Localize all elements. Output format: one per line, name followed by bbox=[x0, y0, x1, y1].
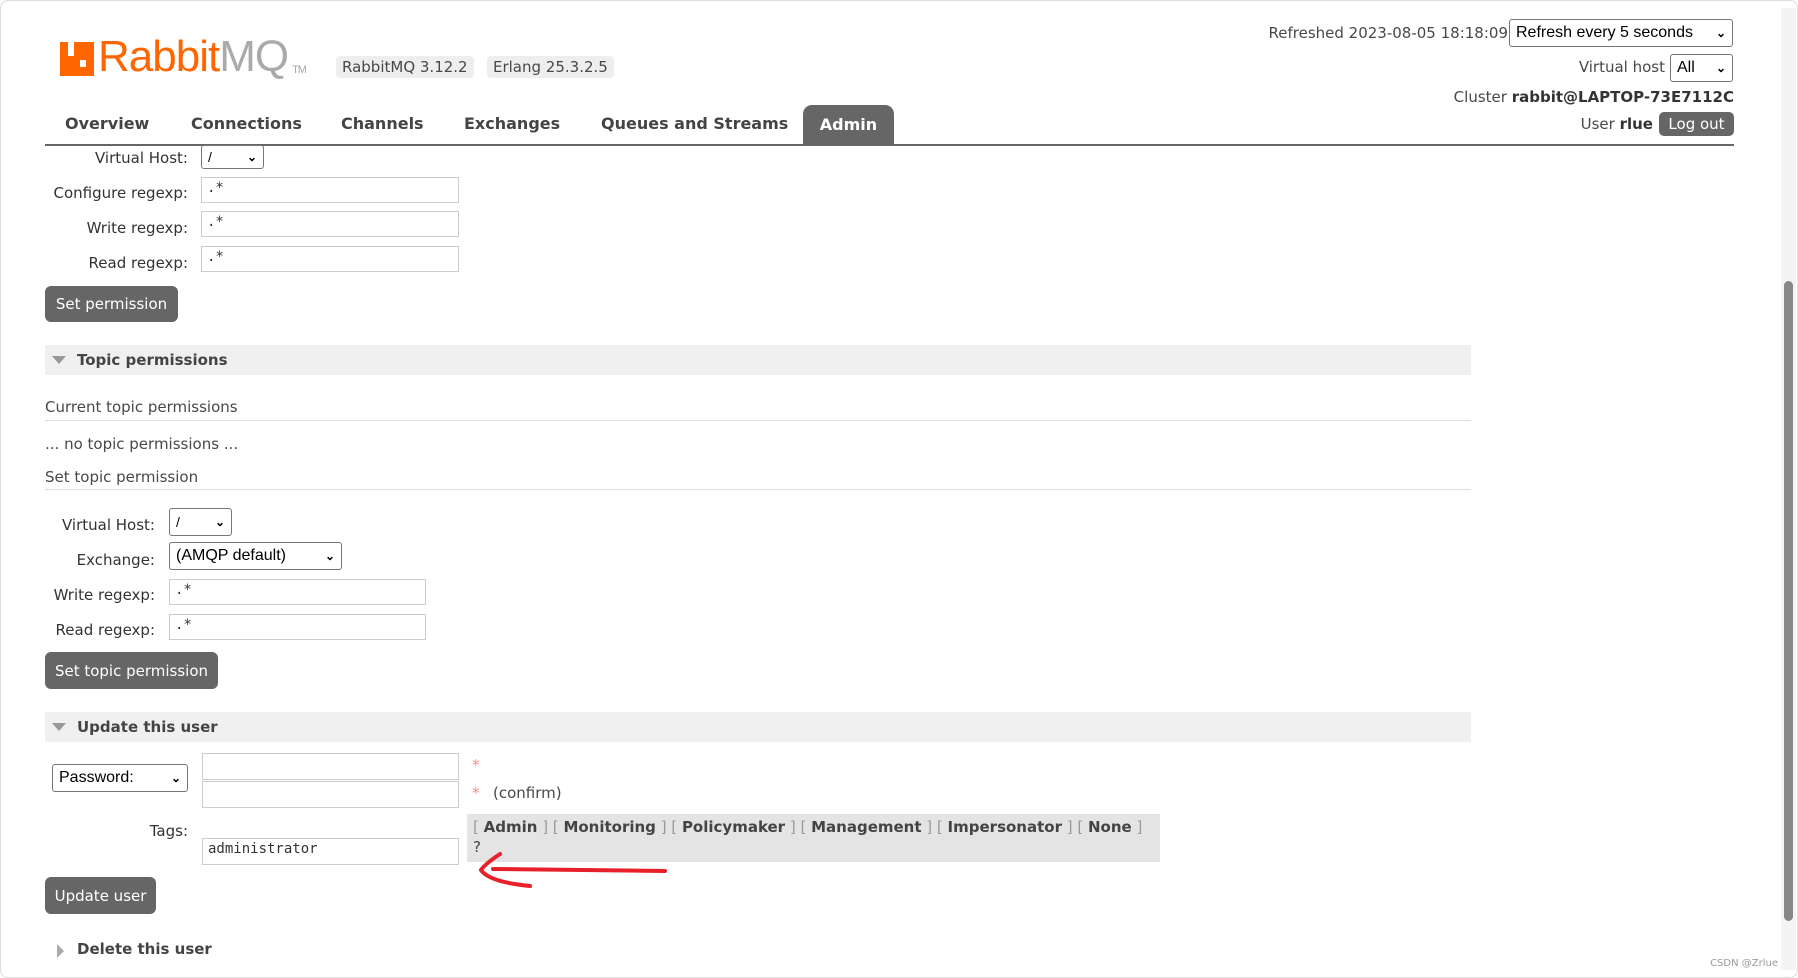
exchange-select[interactable]: (AMQP default) ⌄ bbox=[169, 542, 342, 570]
logo-text-mq: MQ bbox=[219, 32, 289, 81]
password-type-select[interactable]: Password: ⌄ bbox=[52, 764, 188, 792]
tab-queues-and-streams[interactable]: Queues and Streams bbox=[601, 114, 788, 133]
password-confirm-input[interactable] bbox=[202, 781, 459, 808]
cluster-label: Cluster bbox=[1453, 88, 1507, 106]
scrollbar-thumb[interactable] bbox=[1784, 281, 1793, 921]
user-name: rlue bbox=[1619, 115, 1653, 133]
refreshed-time: Refreshed 2023-08-05 18:18:09 bbox=[1268, 24, 1508, 42]
chevron-down-icon: ⌄ bbox=[324, 549, 335, 563]
write-regexp-label: Write regexp: bbox=[86, 219, 188, 237]
triangle-down-icon bbox=[52, 356, 66, 364]
set-topic-permission-button[interactable]: Set topic permission bbox=[45, 652, 218, 689]
logo-tm: TM bbox=[292, 64, 307, 76]
chevron-down-icon: ⌄ bbox=[1715, 61, 1726, 75]
topic-write-regexp-input[interactable]: .* bbox=[169, 579, 426, 605]
topic-read-regexp-label: Read regexp: bbox=[55, 621, 155, 639]
read-regexp-input[interactable]: .* bbox=[201, 246, 459, 272]
configure-regexp-label: Configure regexp: bbox=[53, 184, 188, 202]
password-input[interactable] bbox=[202, 753, 459, 780]
section-title: Update this user bbox=[77, 718, 218, 736]
nav-divider bbox=[45, 144, 1734, 146]
triangle-down-icon bbox=[52, 723, 66, 731]
erlang-version: Erlang 25.3.2.5 bbox=[487, 56, 614, 78]
current-topic-permissions-heading: Current topic permissions bbox=[45, 398, 238, 416]
read-regexp-label: Read regexp: bbox=[88, 254, 188, 272]
tag-option-none[interactable]: None bbox=[1088, 818, 1132, 836]
section-title: Delete this user bbox=[77, 940, 212, 958]
rabbitmq-version: RabbitMQ 3.12.2 bbox=[336, 56, 474, 78]
cluster-name: rabbit@LAPTOP-73E7112C bbox=[1511, 88, 1734, 106]
vhost-select-value: All bbox=[1677, 59, 1695, 76]
confirm-label: (confirm) bbox=[493, 784, 562, 802]
set-topic-permission-heading: Set topic permission bbox=[45, 468, 199, 486]
select-value: Password: bbox=[59, 769, 134, 786]
topic-permissions-section[interactable]: Topic permissions bbox=[45, 345, 1471, 375]
section-title: Topic permissions bbox=[77, 351, 228, 369]
scrollbar[interactable] bbox=[1781, 8, 1796, 970]
chevron-down-icon: ⌄ bbox=[1715, 26, 1726, 40]
topic-vhost-label: Virtual Host: bbox=[62, 516, 155, 534]
divider bbox=[45, 420, 1471, 421]
logout-button[interactable]: Log out bbox=[1659, 112, 1734, 136]
topic-vhost-select[interactable]: / ⌄ bbox=[169, 508, 232, 536]
divider bbox=[45, 489, 1471, 490]
tags-input[interactable]: administrator bbox=[202, 838, 459, 865]
vhost-label: Virtual Host: bbox=[95, 149, 188, 167]
tab-overview[interactable]: Overview bbox=[65, 114, 149, 133]
tag-option-monitoring[interactable]: Monitoring bbox=[563, 818, 655, 836]
select-value: / bbox=[176, 514, 180, 530]
logo-text: Rabbit bbox=[98, 32, 220, 81]
chevron-down-icon: ⌄ bbox=[170, 771, 181, 785]
red-arrow-annotation bbox=[478, 852, 667, 888]
topic-read-regexp-input[interactable]: .* bbox=[169, 614, 426, 640]
select-value: / bbox=[208, 149, 212, 165]
tab-exchanges[interactable]: Exchanges bbox=[464, 114, 560, 133]
vhost-select[interactable]: All ⌄ bbox=[1670, 54, 1733, 82]
tags-label: Tags: bbox=[149, 822, 188, 840]
no-topic-permissions: ... no topic permissions ... bbox=[45, 435, 239, 453]
update-user-section[interactable]: Update this user bbox=[45, 712, 1471, 742]
user-label: User bbox=[1580, 115, 1615, 133]
set-permission-button[interactable]: Set permission bbox=[45, 286, 178, 322]
arrow-icon bbox=[478, 852, 667, 888]
vhost-label: Virtual host bbox=[1578, 58, 1665, 76]
user-info: User rlue bbox=[1581, 115, 1653, 133]
tab-channels[interactable]: Channels bbox=[341, 114, 424, 133]
required-asterisk: * bbox=[472, 784, 480, 802]
select-value: (AMQP default) bbox=[176, 547, 286, 564]
tab-connections[interactable]: Connections bbox=[191, 114, 302, 133]
tag-option-management[interactable]: Management bbox=[811, 818, 921, 836]
cluster-info: Cluster rabbit@LAPTOP-73E7112C bbox=[1454, 88, 1734, 106]
rabbitmq-logo[interactable]: Rabbit MQ TM bbox=[60, 32, 307, 82]
tag-option-admin[interactable]: Admin bbox=[484, 818, 538, 836]
update-user-button[interactable]: Update user bbox=[45, 877, 156, 914]
delete-user-section[interactable]: Delete this user bbox=[45, 940, 212, 958]
write-regexp-input[interactable]: .* bbox=[201, 211, 459, 237]
triangle-right-icon bbox=[57, 944, 64, 958]
topic-write-regexp-label: Write regexp: bbox=[53, 586, 155, 604]
exchange-label: Exchange: bbox=[76, 551, 155, 569]
permission-vhost-select[interactable]: / ⌄ bbox=[201, 145, 264, 169]
refresh-interval-select[interactable]: Refresh every 5 seconds ⌄ bbox=[1509, 19, 1733, 47]
chevron-down-icon: ⌄ bbox=[214, 515, 225, 529]
tag-option-impersonator[interactable]: Impersonator bbox=[948, 818, 1062, 836]
watermark: CSDN @Zrlue bbox=[1710, 958, 1778, 969]
tag-option-policymaker[interactable]: Policymaker bbox=[682, 818, 785, 836]
tab-admin[interactable]: Admin bbox=[803, 105, 894, 145]
required-asterisk: * bbox=[472, 756, 480, 774]
configure-regexp-input[interactable]: .* bbox=[201, 177, 459, 203]
rabbit-logo-icon bbox=[60, 42, 94, 76]
chevron-down-icon: ⌄ bbox=[246, 150, 257, 164]
refresh-select-value: Refresh every 5 seconds bbox=[1516, 24, 1693, 41]
